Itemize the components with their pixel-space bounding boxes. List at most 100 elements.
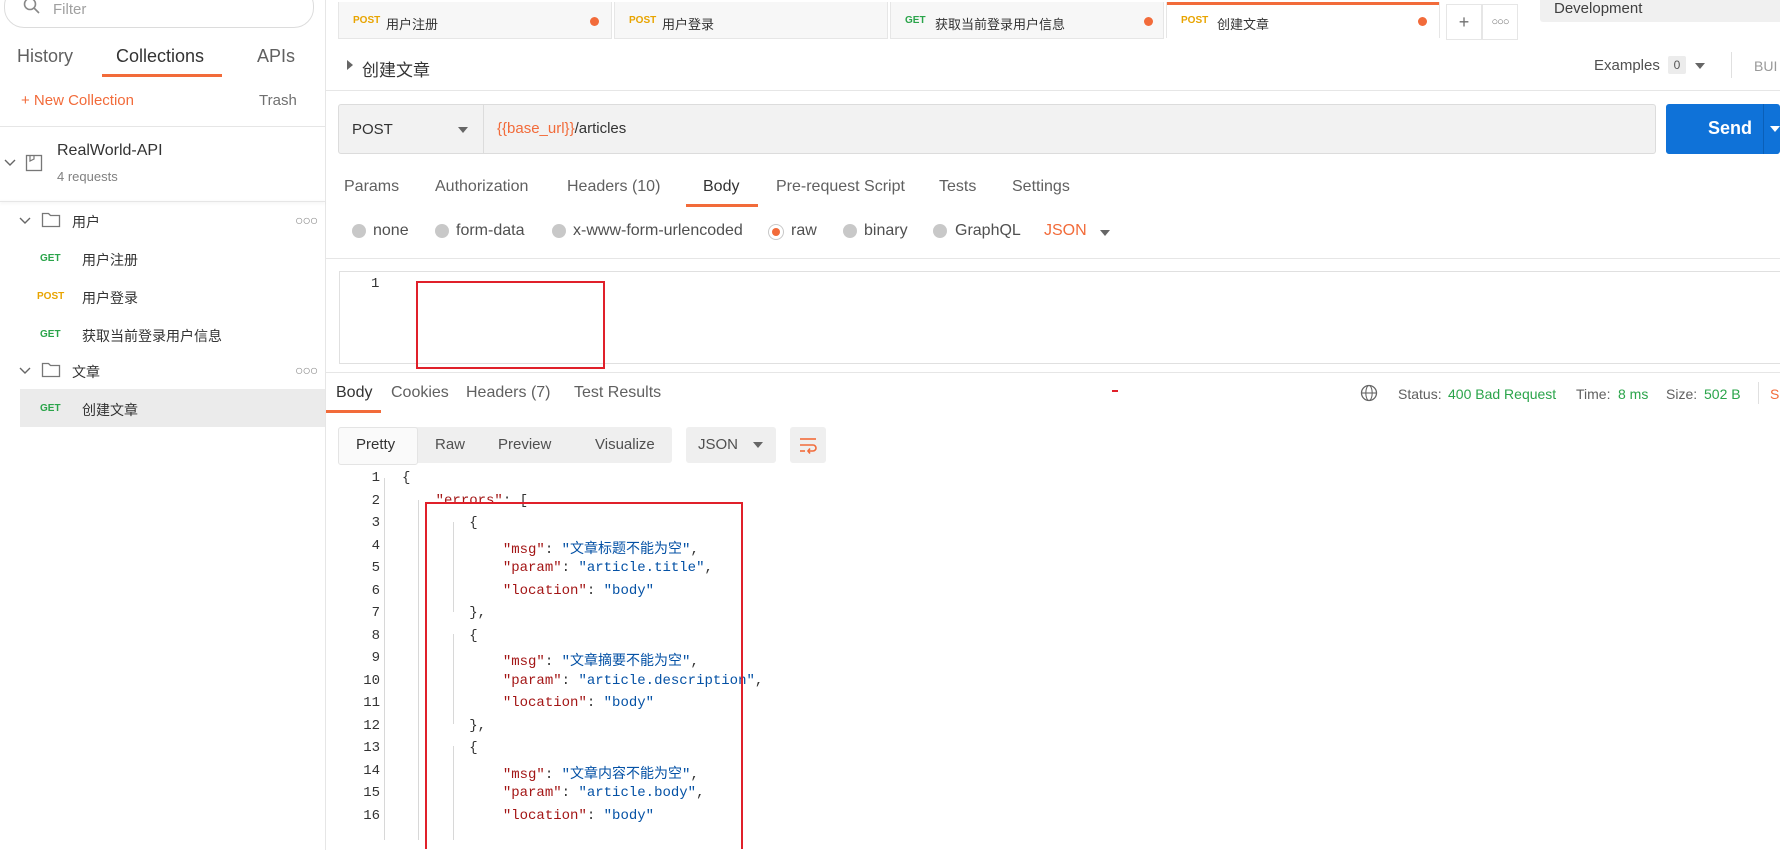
time-label: Time: (1576, 386, 1611, 402)
chevron-right-icon[interactable] (346, 60, 354, 70)
chevron-down-icon (753, 442, 763, 448)
sidebar: Filter History Collections APIs + New Co… (0, 0, 326, 850)
request-tab-active[interactable]: POST 创建文章 (1166, 2, 1440, 38)
body-format-select[interactable]: JSON (1044, 222, 1087, 240)
divider (326, 372, 1780, 373)
divider (1731, 52, 1732, 78)
divider (1763, 104, 1764, 154)
send-label: Send (1708, 118, 1753, 138)
tab-params[interactable]: Params (344, 178, 399, 196)
unsaved-dot-icon (590, 17, 599, 26)
line-number: 9 (371, 650, 380, 666)
view-pretty[interactable]: Pretty (356, 436, 395, 453)
request-name: 用户注册 (82, 252, 138, 268)
request-name: 获取当前登录用户信息 (82, 328, 222, 344)
method-select[interactable]: POST (339, 105, 484, 153)
line-number: 5 (371, 560, 380, 576)
divider (0, 126, 325, 127)
request-title: 创建文章 (362, 61, 430, 80)
tab-collections[interactable]: Collections (116, 46, 204, 67)
indent-guide (384, 478, 385, 840)
chevron-down-icon (19, 217, 31, 224)
tab-headers[interactable]: Headers (10) (567, 178, 660, 196)
more-icon[interactable]: ○○○ (295, 362, 318, 378)
resp-tab-body[interactable]: Body (336, 384, 372, 402)
search-icon (23, 0, 40, 14)
request-item[interactable]: POST 用户登录 (0, 278, 325, 314)
environment-name: Development (1554, 0, 1643, 17)
view-switcher: Pretty Raw Preview Visualize (338, 427, 672, 465)
tab-authorization[interactable]: Authorization (435, 178, 528, 196)
tab-title: 用户注册 (386, 17, 439, 32)
time-value[interactable]: 8 ms (1618, 386, 1648, 402)
more-icon[interactable]: ○○○ (295, 212, 318, 228)
active-tab-indicator (102, 74, 222, 77)
wrap-lines-button[interactable] (790, 427, 826, 463)
radio-label: form-data (456, 222, 525, 239)
view-preview[interactable]: Preview (498, 436, 551, 453)
request-tab[interactable]: POST 用户注册 (338, 2, 612, 39)
line-number: 1 (371, 470, 380, 486)
line-number: 16 (363, 807, 380, 824)
tab-settings[interactable]: Settings (1012, 178, 1070, 196)
examples-label[interactable]: Examples (1594, 57, 1660, 74)
globe-icon[interactable] (1360, 384, 1378, 402)
tab-body[interactable]: Body (703, 178, 739, 196)
tab-options-button[interactable]: ○○○ (1482, 4, 1518, 40)
new-tab-button[interactable]: + (1446, 4, 1482, 40)
url-input[interactable]: {{base_url}}/articles (497, 120, 626, 137)
tab-title: 创建文章 (1217, 17, 1270, 32)
filter-placeholder: Filter (53, 1, 87, 18)
resp-tab-cookies[interactable]: Cookies (391, 384, 449, 402)
folder-users[interactable]: 用户 ○○○ (0, 202, 325, 238)
request-item[interactable]: GET 获取当前登录用户信息 (0, 316, 325, 352)
code-line: { (402, 470, 411, 486)
request-item[interactable]: GET 用户注册 (0, 240, 325, 276)
status-value[interactable]: 400 Bad Request (1448, 386, 1556, 402)
tab-tests[interactable]: Tests (939, 178, 976, 196)
view-raw[interactable]: Raw (435, 436, 465, 453)
radio-binary[interactable] (843, 224, 857, 238)
radio-none[interactable] (352, 224, 366, 238)
tab-pre-request-script[interactable]: Pre-request Script (776, 178, 905, 196)
filter-input[interactable]: Filter (4, 0, 314, 28)
radio-label: binary (864, 222, 908, 239)
annotation-box (416, 281, 605, 369)
radio-raw[interactable] (768, 224, 784, 240)
send-button[interactable]: Send (1666, 104, 1780, 154)
annotation-box (425, 502, 743, 849)
size-value[interactable]: 502 B (1704, 386, 1741, 402)
method-badge: GET (40, 329, 61, 340)
tab-title: 用户登录 (662, 17, 715, 32)
status-label: Status: (1398, 386, 1442, 402)
resp-tab-test-results[interactable]: Test Results (574, 384, 661, 402)
save-response-button[interactable]: S (1770, 386, 1779, 402)
radio-graphql[interactable] (933, 224, 947, 238)
environment-select[interactable]: Development (1540, 0, 1780, 22)
view-visualize[interactable]: Visualize (595, 436, 655, 453)
new-collection-button[interactable]: + New Collection (21, 92, 134, 109)
response-format-select[interactable]: JSON (686, 427, 776, 463)
method-badge: POST (629, 15, 657, 26)
line-number: 2 (371, 492, 380, 509)
chevron-down-icon (4, 159, 16, 166)
folder-articles[interactable]: 文章 ○○○ (0, 352, 325, 388)
request-tab[interactable]: GET 获取当前登录用户信息 (890, 2, 1164, 39)
tab-apis[interactable]: APIs (257, 46, 295, 67)
request-tab[interactable]: POST 用户登录 (614, 2, 888, 39)
resp-tab-headers[interactable]: Headers (7) (466, 384, 551, 402)
chevron-down-icon[interactable] (1770, 126, 1780, 132)
radio-form-data[interactable] (435, 224, 449, 238)
chevron-down-icon[interactable] (1695, 63, 1705, 69)
chevron-down-icon[interactable] (1100, 230, 1110, 236)
trash-button[interactable]: Trash (259, 92, 297, 109)
unsaved-dot-icon (1418, 17, 1427, 26)
line-number: 13 (363, 740, 380, 756)
unsaved-dot-icon (1144, 17, 1153, 26)
url-path: /articles (574, 120, 627, 137)
radio-urlencoded[interactable] (552, 224, 566, 238)
indent-guide (418, 500, 419, 840)
request-item-selected[interactable]: GET 创建文章 (20, 389, 325, 427)
build-label[interactable]: BUI (1754, 58, 1777, 74)
tab-history[interactable]: History (17, 46, 73, 67)
